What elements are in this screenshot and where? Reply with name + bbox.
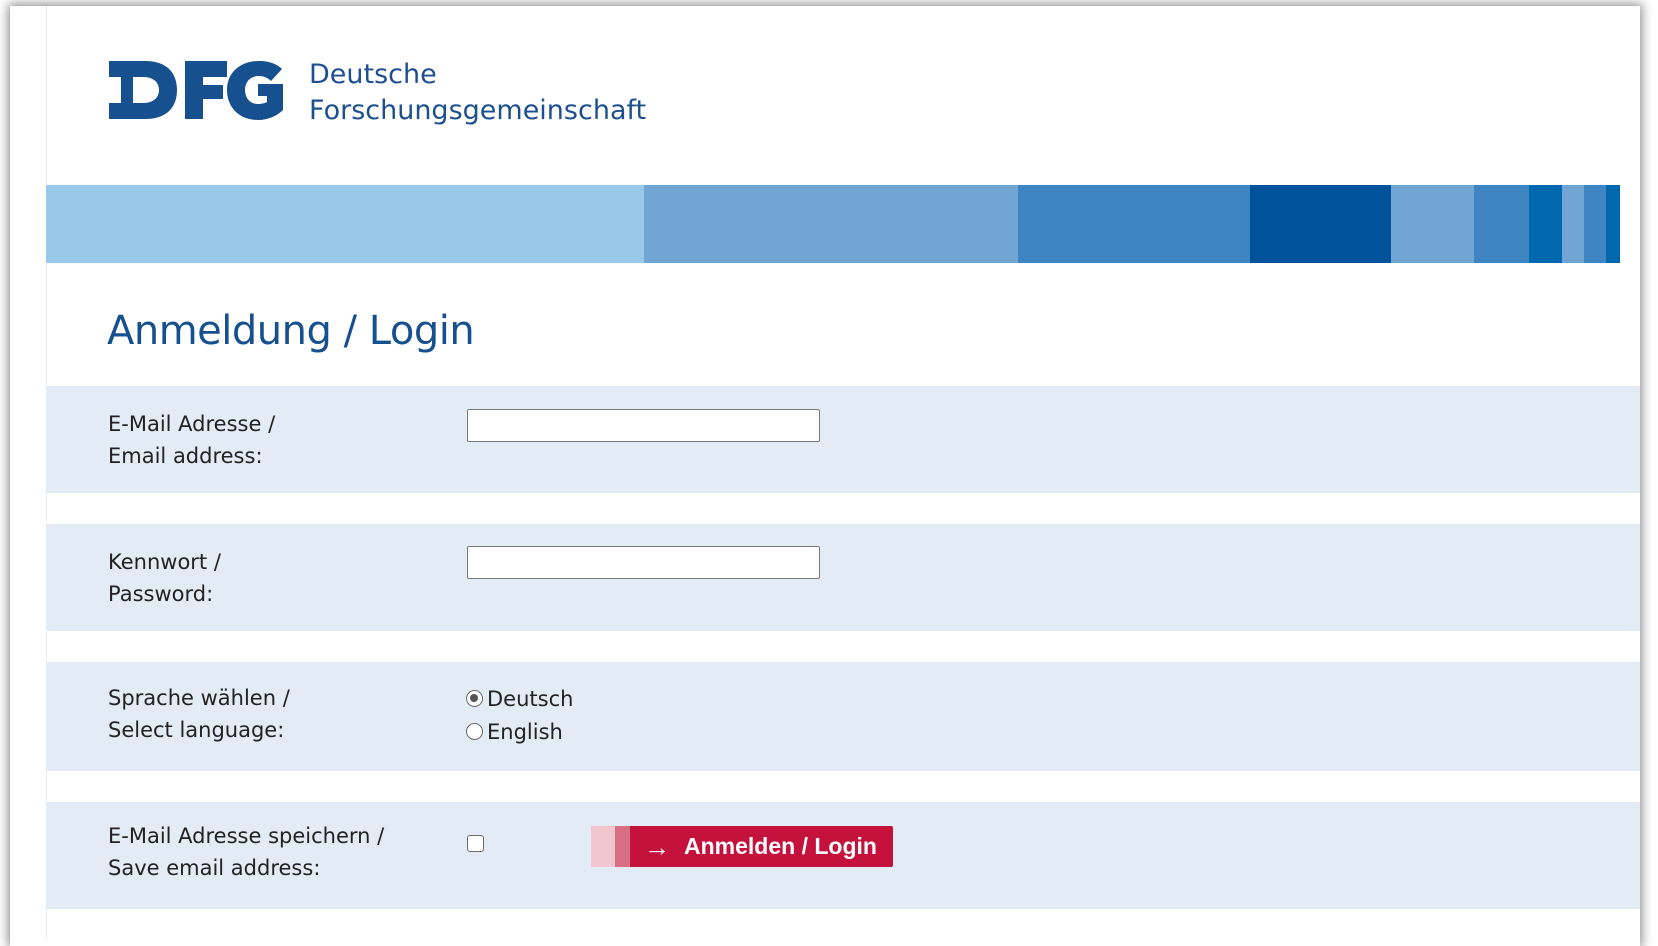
save-email-label-line2: Save email address: bbox=[108, 856, 321, 880]
email-label-line2: Email address: bbox=[108, 444, 263, 468]
org-name-line2: Forschungsgemeinschaft bbox=[309, 95, 647, 126]
form-row-password: Kennwort / Password: bbox=[46, 524, 1640, 631]
stripe-segment bbox=[46, 185, 644, 263]
login-button-accent bbox=[615, 826, 630, 867]
stripe-segment bbox=[1529, 185, 1562, 263]
left-margin bbox=[10, 6, 47, 939]
login-button-accent-light bbox=[591, 826, 615, 867]
language-label-line2: Select language: bbox=[108, 718, 285, 742]
form-row-language: Sprache wählen / Select language: Deutsc… bbox=[46, 662, 1640, 771]
arrow-right-icon: → bbox=[644, 831, 670, 862]
stripe-segment bbox=[1584, 185, 1606, 263]
stripe-segment bbox=[1606, 185, 1620, 263]
radio-button-deutsch[interactable] bbox=[466, 690, 483, 707]
org-name: Deutsche Forschungsgemeinschaft bbox=[309, 57, 646, 129]
save-email-label-line1: E-Mail Adresse speichern / bbox=[108, 824, 385, 848]
language-label: Sprache wählen / Select language: bbox=[108, 682, 290, 746]
email-field[interactable] bbox=[467, 409, 820, 442]
language-option-label: English bbox=[487, 719, 563, 744]
login-button-label: Anmelden / Login bbox=[684, 833, 877, 859]
form-row-save-email: E-Mail Adresse speichern / Save email ad… bbox=[46, 802, 1640, 909]
radio-button-english[interactable] bbox=[466, 723, 483, 740]
form-row-email: E-Mail Adresse / Email address: bbox=[46, 386, 1640, 493]
language-radio-group: Deutsch English bbox=[466, 682, 573, 748]
language-option-label: Deutsch bbox=[487, 686, 574, 711]
save-email-checkbox[interactable] bbox=[467, 835, 484, 852]
password-label-line2: Password: bbox=[108, 582, 214, 606]
login-button-body[interactable]: → Anmelden / Login bbox=[630, 826, 893, 867]
language-option-english[interactable]: English bbox=[466, 715, 573, 748]
password-label-line1: Kennwort / bbox=[108, 550, 221, 574]
stripe-segment bbox=[1018, 185, 1250, 263]
color-stripe-banner bbox=[46, 185, 1640, 263]
page-title: Anmeldung / Login bbox=[107, 308, 475, 354]
dfg-logo-mark-icon bbox=[109, 61, 283, 120]
language-label-line1: Sprache wählen / bbox=[108, 686, 290, 710]
stripe-segment bbox=[644, 185, 1018, 263]
org-name-line1: Deutsche bbox=[309, 59, 437, 90]
password-label: Kennwort / Password: bbox=[108, 546, 221, 610]
dfg-logo[interactable]: Deutsche Forschungsgemeinschaft bbox=[107, 57, 646, 129]
save-email-label: E-Mail Adresse speichern / Save email ad… bbox=[108, 820, 384, 884]
stripe-segment bbox=[1562, 185, 1584, 263]
email-label: E-Mail Adresse / Email address: bbox=[108, 408, 275, 472]
stripe-segment bbox=[1250, 185, 1391, 263]
password-field[interactable] bbox=[467, 546, 820, 579]
email-label-line1: E-Mail Adresse / bbox=[108, 412, 276, 436]
login-button[interactable]: → Anmelden / Login bbox=[591, 826, 893, 867]
stripe-segment bbox=[1474, 185, 1529, 263]
language-option-deutsch[interactable]: Deutsch bbox=[466, 682, 573, 715]
stripe-segment bbox=[1391, 185, 1474, 263]
